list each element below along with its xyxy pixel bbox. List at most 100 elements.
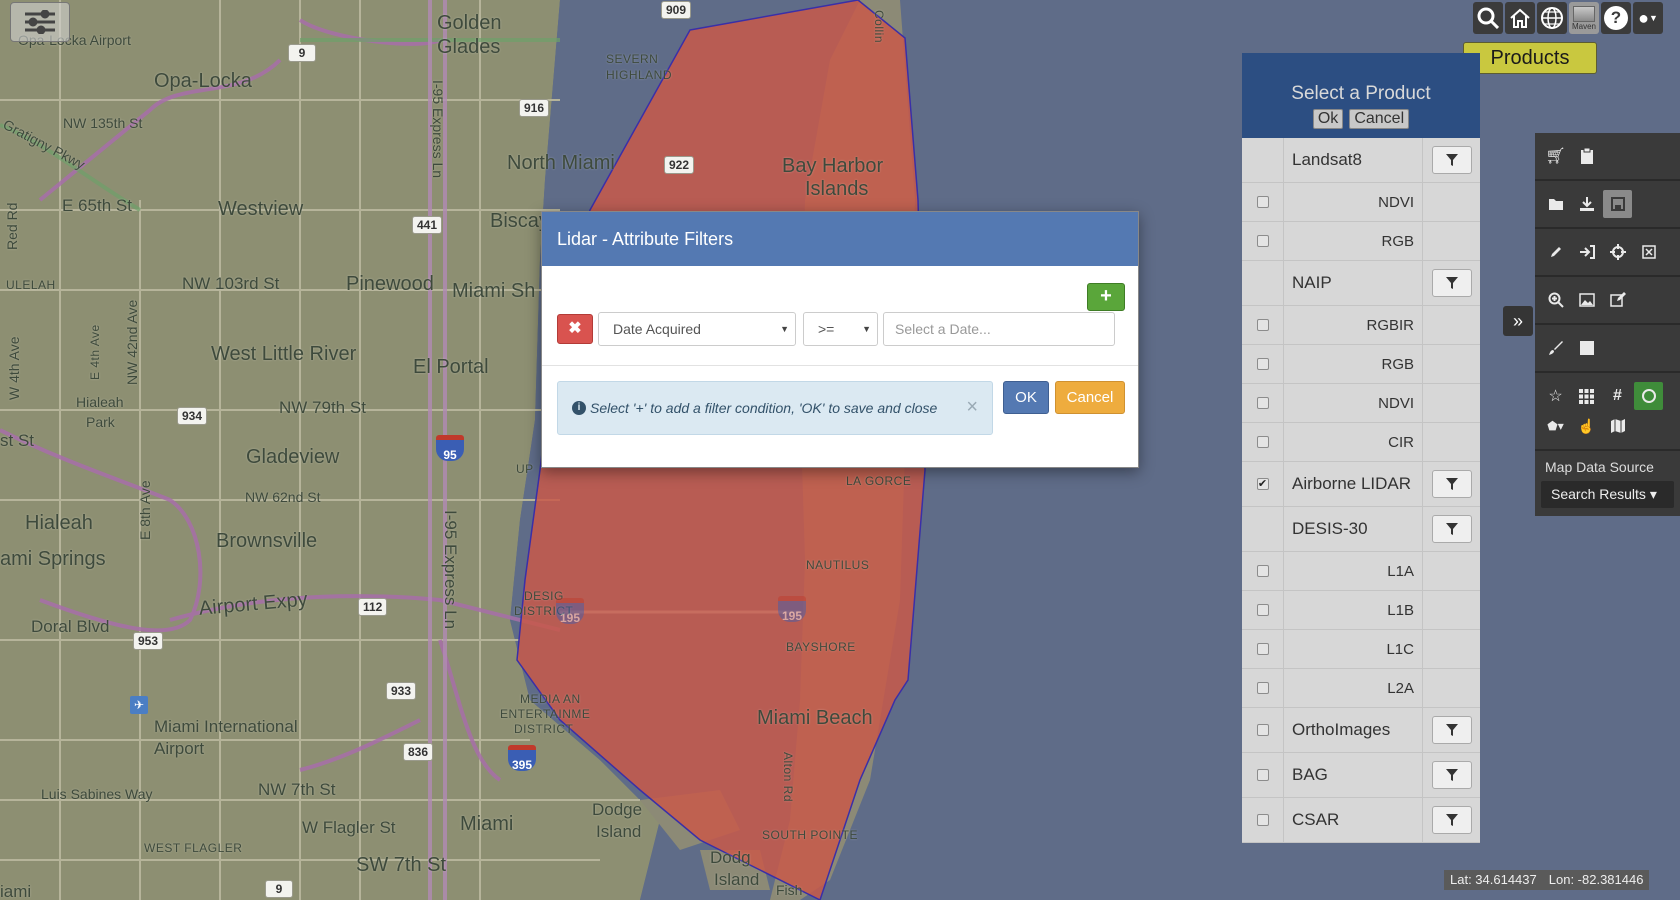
clipboard-button[interactable] [1572, 142, 1601, 170]
open-folder-button[interactable] [1541, 190, 1570, 218]
product-row[interactable]: L2A [1242, 669, 1480, 708]
stop-button[interactable] [1572, 334, 1601, 362]
product-row[interactable]: L1A [1242, 552, 1480, 591]
circle-icon [1641, 389, 1656, 403]
map-label: HIGHLAND [606, 68, 673, 82]
checkbox[interactable] [1256, 397, 1269, 409]
basemap-button[interactable]: Maven [1569, 2, 1599, 34]
product-checkbox-cell [1242, 798, 1284, 842]
home-button[interactable] [1505, 2, 1535, 34]
grid-button[interactable] [1572, 382, 1601, 410]
cart-button[interactable]: 🛒︎ [1541, 142, 1570, 170]
import-button[interactable] [1572, 238, 1601, 266]
map-label: North Miami [507, 152, 615, 174]
hash-button[interactable]: # [1603, 382, 1632, 410]
user-menu-button[interactable]: ● ▼ [1633, 2, 1663, 34]
pointer-button[interactable]: ☝ [1572, 412, 1601, 440]
operator-select[interactable]: >= ▼ [803, 312, 878, 346]
map-layers-button[interactable] [1603, 412, 1632, 440]
map-label: Miami Beach [757, 707, 873, 729]
map-source-dropdown[interactable]: Search Results ▾ [1541, 481, 1674, 508]
edit-button[interactable] [1603, 286, 1632, 314]
product-ok-button[interactable]: Ok [1312, 109, 1344, 129]
zoom-in-button[interactable] [1541, 286, 1570, 314]
cancel-button[interactable]: Cancel [1055, 381, 1125, 414]
checkbox[interactable] [1256, 724, 1269, 736]
checkbox[interactable] [1256, 682, 1269, 694]
product-row[interactable]: OrthoImages [1242, 708, 1480, 753]
map-label: Brownsville [216, 530, 318, 552]
product-name: RGB [1284, 345, 1423, 383]
menu-button[interactable] [10, 2, 70, 42]
favorite-button[interactable]: ☆ [1541, 382, 1570, 410]
product-row[interactable]: CIR [1242, 423, 1480, 462]
checked-checkbox[interactable]: ✔ [1256, 478, 1269, 490]
circle-button[interactable] [1634, 382, 1663, 410]
product-row[interactable]: RGB [1242, 345, 1480, 384]
product-name: BAG [1284, 753, 1423, 797]
interstate-shield: 195 [778, 596, 806, 623]
checkbox[interactable] [1256, 358, 1269, 370]
product-filter-button[interactable] [1431, 806, 1472, 834]
product-filter-button[interactable] [1431, 515, 1472, 543]
checkbox[interactable] [1256, 319, 1269, 331]
map-label: West Little River [211, 343, 357, 365]
help-button[interactable]: ? [1601, 2, 1631, 34]
filter-icon [1445, 769, 1458, 781]
product-panel-title: Select a Product [1291, 83, 1431, 104]
ok-button[interactable]: OK [1003, 381, 1049, 414]
paint-button[interactable] [1541, 334, 1570, 362]
product-filter-button[interactable] [1431, 470, 1472, 498]
cart-icon: 🛒︎ [1545, 148, 1566, 165]
shape-menu-button[interactable]: ⬟▾ [1541, 412, 1570, 440]
map-label: LA GORCE [846, 474, 912, 488]
date-input[interactable]: Select a Date... [883, 312, 1115, 346]
search-icon [1477, 7, 1499, 29]
collapse-tools-button[interactable]: » [1503, 306, 1533, 336]
draw-button[interactable] [1541, 238, 1570, 266]
checkbox[interactable] [1256, 814, 1269, 826]
product-row[interactable]: NDVI [1242, 384, 1480, 423]
checkbox[interactable] [1256, 235, 1269, 247]
product-row[interactable]: BAG [1242, 753, 1480, 798]
checkbox[interactable] [1256, 565, 1269, 577]
product-row[interactable]: L1C [1242, 630, 1480, 669]
checkbox[interactable] [1256, 436, 1269, 448]
image-icon [1578, 293, 1595, 307]
save-button[interactable] [1603, 190, 1632, 218]
products-button[interactable]: Products [1463, 42, 1597, 74]
product-filter-button[interactable] [1431, 761, 1472, 789]
product-row[interactable]: DESIS-30 [1242, 507, 1480, 552]
product-row[interactable]: L1B [1242, 591, 1480, 630]
map-source-label: Map Data Source [1545, 459, 1654, 475]
product-cancel-button[interactable]: Cancel [1349, 109, 1410, 129]
square-icon [1579, 341, 1594, 355]
image-button[interactable] [1572, 286, 1601, 314]
add-filter-button[interactable]: + [1087, 283, 1125, 311]
remove-filter-button[interactable]: ✖ [557, 314, 593, 344]
product-filter-button[interactable] [1431, 716, 1472, 744]
download-button[interactable] [1572, 190, 1601, 218]
checkbox[interactable] [1256, 769, 1269, 781]
polygon-icon: ⬟▾ [1547, 419, 1564, 433]
product-row[interactable]: ✔ Airborne LIDAR [1242, 462, 1480, 507]
product-filter-button[interactable] [1431, 269, 1472, 297]
product-row[interactable]: CSAR [1242, 798, 1480, 843]
checkbox[interactable] [1256, 604, 1269, 616]
search-button[interactable] [1473, 2, 1503, 34]
locate-button[interactable] [1603, 238, 1632, 266]
basemap-label: Maven [1571, 21, 1596, 31]
close-alert-button[interactable]: × [966, 396, 978, 419]
attribute-select[interactable]: Date Acquired ▼ [598, 312, 796, 346]
product-row[interactable]: Landsat8 [1242, 138, 1480, 183]
map-label: Dodge [592, 800, 643, 819]
checkbox[interactable] [1256, 643, 1269, 655]
checkbox[interactable] [1256, 196, 1269, 208]
clear-button[interactable] [1634, 238, 1663, 266]
product-filter-button[interactable] [1431, 146, 1472, 174]
product-row[interactable]: RGB [1242, 222, 1480, 261]
product-row[interactable]: NDVI [1242, 183, 1480, 222]
product-row[interactable]: RGBIR [1242, 306, 1480, 345]
globe-button[interactable] [1537, 2, 1567, 34]
product-row[interactable]: NAIP [1242, 261, 1480, 306]
